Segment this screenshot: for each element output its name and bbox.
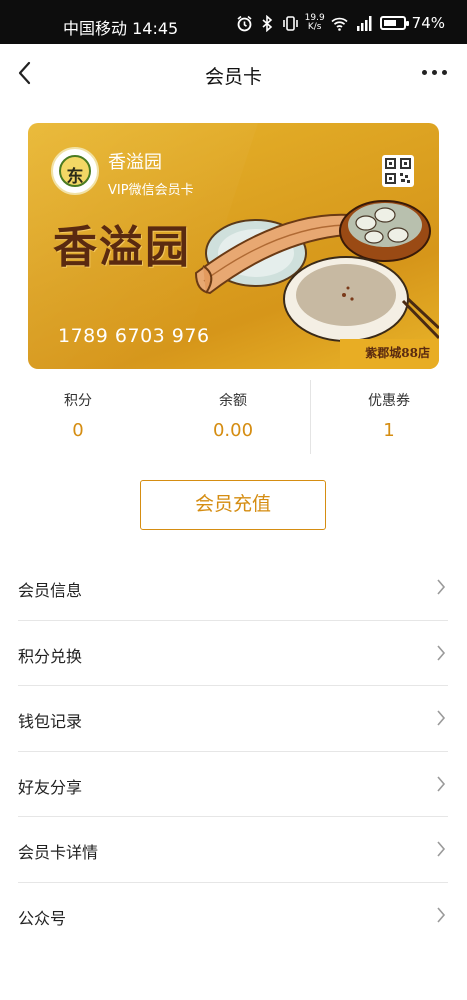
carrier-time: 中国移动 14:45 xyxy=(63,19,179,38)
nav-bar: 会员卡 xyxy=(0,44,467,102)
menu-list: 会员信息 积分兑换 钱包记录 好友分享 会员卡详情 公众号 xyxy=(18,555,448,948)
stat-coupons[interactable]: 优惠券 1 xyxy=(311,378,467,441)
menu-item-label: 会员信息 xyxy=(18,581,83,600)
menu-item-share-friends[interactable]: 好友分享 xyxy=(18,752,448,817)
stat-label: 余额 xyxy=(219,393,247,409)
menu-item-label: 积分兑换 xyxy=(18,646,83,666)
stat-label: 积分 xyxy=(64,393,92,409)
status-icons: 19.9 K/s 74% xyxy=(236,13,445,33)
chevron-right-icon xyxy=(437,579,446,595)
battery-fill xyxy=(383,20,396,26)
menu-item-card-details[interactable]: 会员卡详情 xyxy=(18,817,448,883)
chevron-right-icon xyxy=(437,710,446,726)
menu-item-label: 公众号 xyxy=(18,908,67,928)
menu-item-official-account[interactable]: 公众号 xyxy=(18,883,448,949)
brand-text: 香溢园 xyxy=(53,222,191,273)
status-bar: 中国移动 14:45 19.9 K/s 74% xyxy=(0,0,467,44)
shop-logo: 东 xyxy=(51,147,99,195)
menu-item-label: 会员卡详情 xyxy=(18,843,99,862)
chevron-right-icon xyxy=(437,644,446,661)
menu-item-label: 钱包记录 xyxy=(18,712,83,731)
menu-item-label: 好友分享 xyxy=(18,777,83,797)
stat-value: 0.00 xyxy=(212,420,254,441)
bluetooth-icon xyxy=(259,14,276,32)
card-type: VIP微信会员卡 xyxy=(108,183,194,198)
member-stats: 积分 0 余额 0.00 优惠券 1 xyxy=(0,378,467,458)
stat-value: 0 xyxy=(72,420,84,441)
member-card[interactable]: 东 香溢园 VIP微信会员卡 香溢园 1789 6703 976 紫郡城88店 xyxy=(28,123,439,369)
wifi-icon xyxy=(331,15,348,32)
signal-icon xyxy=(354,15,374,32)
net-speed-unit: K/s xyxy=(307,22,322,32)
battery-percent: 74% xyxy=(411,14,445,32)
stat-balance[interactable]: 余额 0.00 xyxy=(155,378,311,441)
battery-icon xyxy=(379,16,409,30)
qr-code-icon[interactable] xyxy=(382,155,414,187)
vibrate-icon xyxy=(282,15,299,32)
chevron-right-icon xyxy=(437,841,446,857)
more-dots-icon[interactable] xyxy=(422,70,447,75)
menu-item-wallet-records[interactable]: 钱包记录 xyxy=(18,686,448,752)
chevron-right-icon xyxy=(437,775,446,792)
recharge-button[interactable]: 会员充值 xyxy=(140,480,326,530)
speed-icon: 19.9 K/s xyxy=(305,14,325,32)
chevron-right-icon xyxy=(437,906,446,923)
stat-value: 1 xyxy=(383,420,395,441)
alarm-icon xyxy=(236,15,253,32)
menu-item-points-exchange[interactable]: 积分兑换 xyxy=(18,621,448,686)
page-title: 会员卡 xyxy=(204,66,262,88)
menu-item-member-info[interactable]: 会员信息 xyxy=(18,555,448,621)
store-name: 紫郡城88店 xyxy=(365,346,430,360)
card-number: 1789 6703 976 xyxy=(58,325,210,347)
stat-points[interactable]: 积分 0 xyxy=(0,378,156,441)
shop-name: 香溢园 xyxy=(108,152,162,173)
logo-glyph: 东 xyxy=(66,167,84,187)
stat-label: 优惠券 xyxy=(368,393,410,409)
